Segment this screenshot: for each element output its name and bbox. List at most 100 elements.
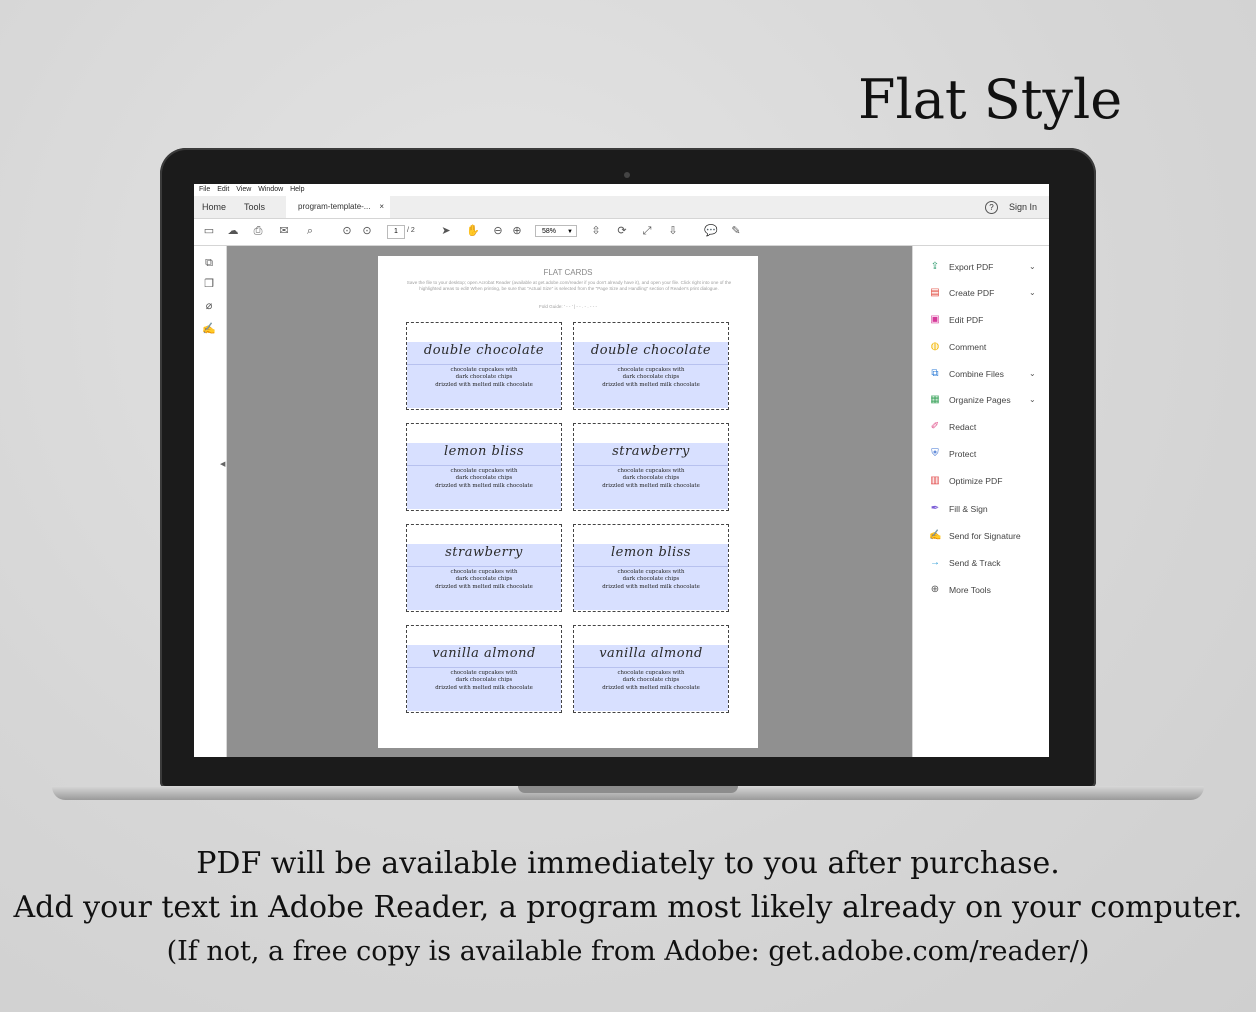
card-description[interactable]: chocolate cupcakes with dark chocolate c…: [407, 367, 561, 389]
tool-export-pdf[interactable]: ⇪ Export PDF ⌄: [929, 259, 1047, 275]
menu-window[interactable]: Window: [258, 184, 283, 196]
card-name[interactable]: strawberry: [407, 545, 561, 560]
page-down-icon[interactable]: ⊙: [360, 224, 374, 238]
zoom-in-icon[interactable]: ⊕: [510, 224, 524, 238]
sign-in-link[interactable]: Sign In: [1009, 196, 1037, 218]
tool-send-for-signature[interactable]: ✍ Send for Signature: [929, 528, 1047, 544]
card[interactable]: vanilla almond chocolate cupcakes with d…: [573, 625, 729, 713]
card-desc-line: chocolate cupcakes with: [617, 468, 685, 474]
card-desc-line: dark chocolate chips: [622, 576, 680, 583]
page-up-icon[interactable]: ⊙: [340, 224, 354, 238]
chevron-down-icon[interactable]: ⌄: [1029, 366, 1036, 382]
card-description[interactable]: chocolate cupcakes with dark chocolate c…: [574, 670, 728, 692]
tool-more-tools[interactable]: ⊕ More Tools: [929, 582, 1047, 598]
card-name[interactable]: lemon bliss: [574, 545, 728, 560]
menu-edit[interactable]: Edit: [217, 184, 229, 196]
card-description[interactable]: chocolate cupcakes with dark chocolate c…: [407, 468, 561, 490]
pdf-page: FLAT CARDS Save the file to your desktop…: [378, 256, 758, 748]
card-desc-line: dark chocolate chips: [455, 475, 513, 482]
tool-label: Create PDF: [949, 288, 995, 298]
card[interactable]: vanilla almond chocolate cupcakes with d…: [406, 625, 562, 713]
search-icon[interactable]: ⌕: [303, 224, 317, 238]
document-viewer: FLAT CARDS Save the file to your desktop…: [227, 246, 912, 757]
sign-pen-icon[interactable]: ✎: [729, 224, 743, 238]
tool-redact[interactable]: ✐ Redact: [929, 419, 1047, 435]
full-screen-icon[interactable]: ⤢: [640, 224, 654, 238]
rotate-icon[interactable]: ⟳: [615, 224, 629, 238]
page-number-input[interactable]: 1: [387, 225, 405, 239]
card-desc-line: drizzled with melted milk chocolate: [602, 684, 700, 691]
hand-tool-icon[interactable]: ✋: [466, 224, 480, 238]
fit-page-icon[interactable]: ⇳: [589, 224, 603, 238]
menu-file[interactable]: File: [199, 184, 210, 196]
document-tab-label: program-template-...: [298, 202, 371, 211]
tool-edit-pdf[interactable]: ▣ Edit PDF: [929, 312, 1047, 328]
zoom-value: 58%: [542, 228, 557, 235]
print-icon[interactable]: ⎙: [251, 224, 265, 238]
more-tools-icon: ⊕: [930, 584, 940, 595]
card-description[interactable]: chocolate cupcakes with dark chocolate c…: [574, 468, 728, 490]
scroll-mode-icon[interactable]: ⇩: [666, 224, 680, 238]
fold-guide: Fold Guide: ' - - ' | - - . - . - - -: [538, 304, 598, 309]
page-thumbnails-icon[interactable]: ⧉: [202, 256, 216, 270]
tool-comment[interactable]: ◍ Comment: [929, 339, 1047, 355]
tab-tools[interactable]: Tools: [244, 196, 265, 218]
card-desc-line: drizzled with melted milk chocolate: [435, 684, 533, 691]
card-description[interactable]: chocolate cupcakes with dark chocolate c…: [574, 569, 728, 591]
tab-home[interactable]: Home: [202, 196, 226, 218]
tool-send-track[interactable]: → Send & Track: [929, 555, 1047, 571]
help-icon[interactable]: ?: [985, 201, 998, 214]
card-desc-line: drizzled with melted milk chocolate: [602, 381, 700, 388]
menu-help[interactable]: Help: [290, 184, 304, 196]
close-icon[interactable]: ×: [379, 196, 384, 218]
card-desc-line: chocolate cupcakes with: [450, 468, 518, 474]
card-description[interactable]: chocolate cupcakes with dark chocolate c…: [407, 569, 561, 591]
tool-fill-sign[interactable]: ✒ Fill & Sign: [929, 501, 1047, 517]
card[interactable]: double chocolate chocolate cupcakes with…: [573, 322, 729, 410]
card-name[interactable]: vanilla almond: [407, 646, 561, 661]
card[interactable]: lemon bliss chocolate cupcakes with dark…: [573, 524, 729, 612]
card-name[interactable]: vanilla almond: [574, 646, 728, 661]
menu-view[interactable]: View: [236, 184, 251, 196]
signatures-icon[interactable]: ✍: [202, 322, 216, 336]
card-divider: [574, 667, 728, 668]
card-desc-line: dark chocolate chips: [455, 576, 513, 583]
save-icon[interactable]: ▭: [202, 224, 216, 238]
card[interactable]: lemon bliss chocolate cupcakes with dark…: [406, 423, 562, 511]
tool-label: Export PDF: [949, 262, 994, 272]
card-name[interactable]: lemon bliss: [407, 444, 561, 459]
card-divider: [574, 566, 728, 567]
select-cursor-icon[interactable]: ➤: [439, 224, 453, 238]
zoom-out-icon[interactable]: ⊖: [491, 224, 505, 238]
card-description[interactable]: chocolate cupcakes with dark chocolate c…: [407, 670, 561, 692]
card[interactable]: strawberry chocolate cupcakes with dark …: [406, 524, 562, 612]
tool-create-pdf[interactable]: ▤ Create PDF ⌄: [929, 285, 1047, 301]
card-name[interactable]: strawberry: [574, 444, 728, 459]
zoom-select[interactable]: 58% ▼: [535, 225, 577, 237]
caption-line-2: Add your text in Adobe Reader, a program…: [13, 890, 1243, 925]
bookmarks-icon[interactable]: ❐: [202, 277, 216, 291]
upload-cloud-icon[interactable]: ☁: [226, 224, 240, 238]
tab-document[interactable]: program-template-... ×: [286, 196, 390, 218]
card-name[interactable]: double chocolate: [407, 343, 561, 358]
card-desc-line: dark chocolate chips: [622, 475, 680, 482]
card-name[interactable]: double chocolate: [574, 343, 728, 358]
tool-protect[interactable]: ⛨ Protect: [929, 446, 1047, 462]
collapse-arrow-icon[interactable]: ◀: [220, 460, 225, 468]
card[interactable]: strawberry chocolate cupcakes with dark …: [573, 423, 729, 511]
tool-combine-files[interactable]: ⧉ Combine Files ⌄: [929, 366, 1047, 382]
chevron-down-icon[interactable]: ⌄: [1029, 392, 1036, 408]
attachments-icon[interactable]: ⌀: [202, 299, 216, 313]
chevron-down-icon[interactable]: ⌄: [1029, 285, 1036, 301]
card-description[interactable]: chocolate cupcakes with dark chocolate c…: [574, 367, 728, 389]
chevron-down-icon[interactable]: ⌄: [1029, 259, 1036, 275]
tool-organize-pages[interactable]: ▦ Organize Pages ⌄: [929, 392, 1047, 408]
card-divider: [574, 364, 728, 365]
tool-label: Fill & Sign: [949, 504, 988, 514]
page-total: / 2: [407, 227, 415, 234]
comment-toolbar-icon[interactable]: 💬: [704, 224, 718, 238]
card[interactable]: double chocolate chocolate cupcakes with…: [406, 322, 562, 410]
left-rail: ⧉ ❐ ⌀ ✍ ◀: [194, 246, 227, 757]
tool-optimize-pdf[interactable]: ▥ Optimize PDF: [929, 473, 1047, 489]
email-icon[interactable]: ✉: [277, 224, 291, 238]
